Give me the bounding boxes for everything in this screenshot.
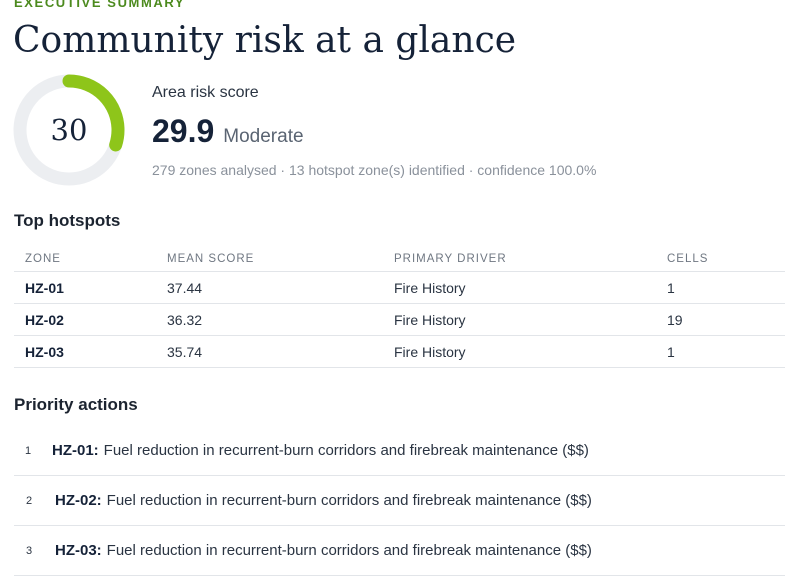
score-band: Moderate: [223, 126, 304, 147]
action-zone: HZ-02:: [55, 492, 102, 509]
score-label: Area risk score: [152, 84, 259, 101]
list-item: 2 HZ-02: Fuel reduction in recurrent-bur…: [14, 476, 785, 526]
list-item: 3 HZ-03: Fuel reduction in recurrent-bur…: [14, 526, 785, 576]
page-title: Community risk at a glance: [13, 20, 517, 61]
actions-title: Priority actions: [14, 395, 138, 414]
action-text: Fuel reduction in recurrent-burn corrido…: [106, 542, 592, 559]
action-zone: HZ-01:: [52, 442, 99, 459]
list-item: 1 HZ-01: Fuel reduction in recurrent-bur…: [14, 426, 785, 476]
cell-cells: 1: [656, 271, 785, 304]
score-row: 29.9 Moderate: [152, 113, 304, 150]
table-row: HZ-03 35.74 Fire History 1: [14, 335, 785, 368]
cell-zone: HZ-03: [14, 335, 156, 368]
cell-mean-score: 36.32: [156, 303, 383, 336]
cell-zone: HZ-01: [14, 271, 156, 304]
action-text: Fuel reduction in recurrent-burn corrido…: [106, 492, 592, 509]
gauge-value: 30: [50, 113, 88, 147]
cell-primary-driver: Fire History: [383, 335, 656, 368]
score-meta: 279 zones analysed · 13 hotspot zone(s) …: [152, 162, 597, 178]
cell-cells: 1: [656, 335, 785, 368]
cell-primary-driver: Fire History: [383, 303, 656, 336]
action-number: 1: [25, 444, 32, 457]
column-header-zone: ZONE: [14, 246, 156, 272]
action-number: 2: [26, 494, 33, 507]
hotspots-table: ZONE MEAN SCORE PRIMARY DRIVER CELLS HZ-…: [14, 246, 785, 368]
table-row: HZ-01 37.44 Fire History 1: [14, 271, 785, 304]
table-header-row: ZONE MEAN SCORE PRIMARY DRIVER CELLS: [14, 246, 785, 272]
hotspots-title: Top hotspots: [14, 211, 121, 230]
cell-zone: HZ-02: [14, 303, 156, 336]
cell-primary-driver: Fire History: [383, 271, 656, 304]
score-value: 29.9: [152, 113, 215, 149]
cell-mean-score: 35.74: [156, 335, 383, 368]
risk-gauge: 30: [13, 74, 125, 186]
column-header-mean-score: MEAN SCORE: [156, 246, 383, 272]
column-header-primary-driver: PRIMARY DRIVER: [383, 246, 656, 272]
action-text: Fuel reduction in recurrent-burn corrido…: [103, 442, 589, 459]
cell-cells: 19: [656, 303, 785, 336]
section-eyebrow: EXECUTIVE SUMMARY: [14, 0, 186, 10]
action-zone: HZ-03:: [55, 542, 102, 559]
column-header-cells: CELLS: [656, 246, 785, 272]
actions-list: 1 HZ-01: Fuel reduction in recurrent-bur…: [14, 426, 785, 576]
table-row: HZ-02 36.32 Fire History 19: [14, 303, 785, 336]
cell-mean-score: 37.44: [156, 271, 383, 304]
action-number: 3: [26, 544, 33, 557]
